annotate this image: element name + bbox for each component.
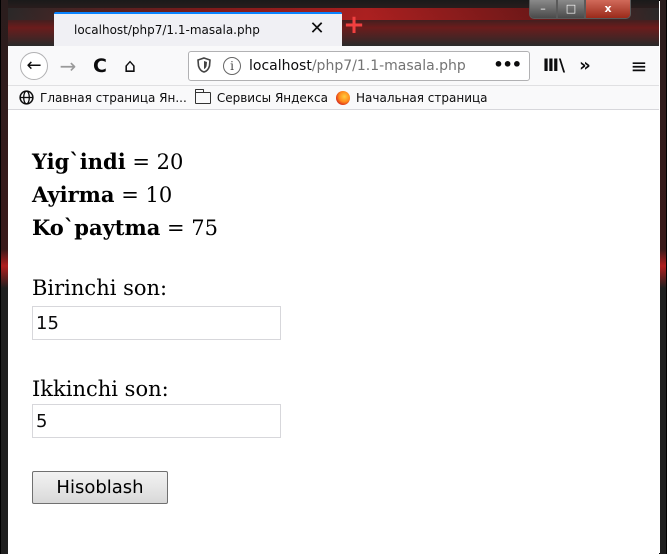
minimize-button[interactable]: – <box>529 0 557 19</box>
bookmark-yandex-services[interactable]: Сервисы Яндекса <box>194 88 329 105</box>
new-tab-icon[interactable]: + <box>342 12 366 40</box>
difference-value: 10 <box>145 183 173 207</box>
difference-result: Ayirma = 10 <box>32 182 172 207</box>
second-number-label: Ikkinchi son: <box>32 377 169 401</box>
url-path: /php7/1.1-masala.php <box>311 58 466 74</box>
address-bar[interactable]: i localhost/php7/1.1-masala.php ••• <box>188 51 530 81</box>
bookmark-yandex-home[interactable]: Главная страница Ян... <box>18 89 187 106</box>
page-content: Yig`indi = 20 Ayirma = 10 Ko`paytma = 75… <box>8 111 659 554</box>
sum-equals: = <box>125 150 157 174</box>
product-label: Ko`paytma <box>32 215 161 240</box>
product-value: 75 <box>191 216 219 240</box>
difference-label: Ayirma <box>32 182 115 207</box>
back-arrow-icon[interactable]: ← <box>20 52 48 80</box>
maximize-button[interactable]: □ <box>557 0 585 19</box>
tab-title: localhost/php7/1.1-masala.php <box>74 23 260 37</box>
url-text[interactable]: localhost/php7/1.1-masala.php <box>249 58 466 74</box>
forward-arrow-icon[interactable]: → <box>54 52 82 80</box>
bookmarks-toolbar: Главная страница Ян... Сервисы Яндекса Н… <box>8 86 659 110</box>
sum-result: Yig`indi = 20 <box>32 149 183 174</box>
url-host: localhost <box>249 58 312 74</box>
sum-value: 20 <box>156 150 184 174</box>
second-number-input[interactable] <box>32 404 281 438</box>
site-info-icon[interactable]: i <box>223 57 241 75</box>
tab-close-icon[interactable]: ✕ <box>306 18 328 40</box>
folder-icon <box>194 88 211 104</box>
difference-equals: = <box>114 183 146 207</box>
home-icon[interactable]: ⌂ <box>116 52 144 80</box>
window-close-button[interactable]: x <box>585 0 631 19</box>
title-bar: localhost/php7/1.1-masala.php ✕ + – □ x <box>8 0 659 46</box>
calculate-button[interactable]: Hisoblash <box>32 471 168 504</box>
product-equals: = <box>160 216 192 240</box>
page-actions-icon[interactable]: ••• <box>493 55 522 74</box>
overflow-chevron-icon[interactable]: » <box>572 53 598 79</box>
bookmark-label: Начальная страница <box>356 90 488 105</box>
sum-label: Yig`indi <box>32 149 126 174</box>
first-number-label: Birinchi son: <box>32 276 168 300</box>
tracking-shield-icon[interactable] <box>195 57 213 75</box>
firefox-icon <box>336 90 351 105</box>
library-icon[interactable]: Ⅲ\ <box>540 53 568 79</box>
reload-icon[interactable]: C <box>86 52 114 80</box>
navigation-toolbar: ← → C ⌂ i localhost/php7/1.1-masala.php … <box>8 46 659 86</box>
window-edge-right <box>660 0 666 554</box>
bookmark-start-page[interactable]: Начальная страница <box>336 90 488 105</box>
hamburger-menu-icon[interactable]: ≡ <box>626 53 652 79</box>
tab-active[interactable]: localhost/php7/1.1-masala.php ✕ <box>54 12 342 46</box>
globe-icon <box>18 89 34 106</box>
first-number-input[interactable] <box>32 306 281 340</box>
window-edge-left <box>1 0 8 554</box>
bookmark-label: Главная страница Ян... <box>40 90 187 105</box>
bookmark-label: Сервисы Яндекса <box>216 90 329 105</box>
product-result: Ko`paytma = 75 <box>32 215 218 240</box>
window-controls: – □ x <box>529 0 655 22</box>
